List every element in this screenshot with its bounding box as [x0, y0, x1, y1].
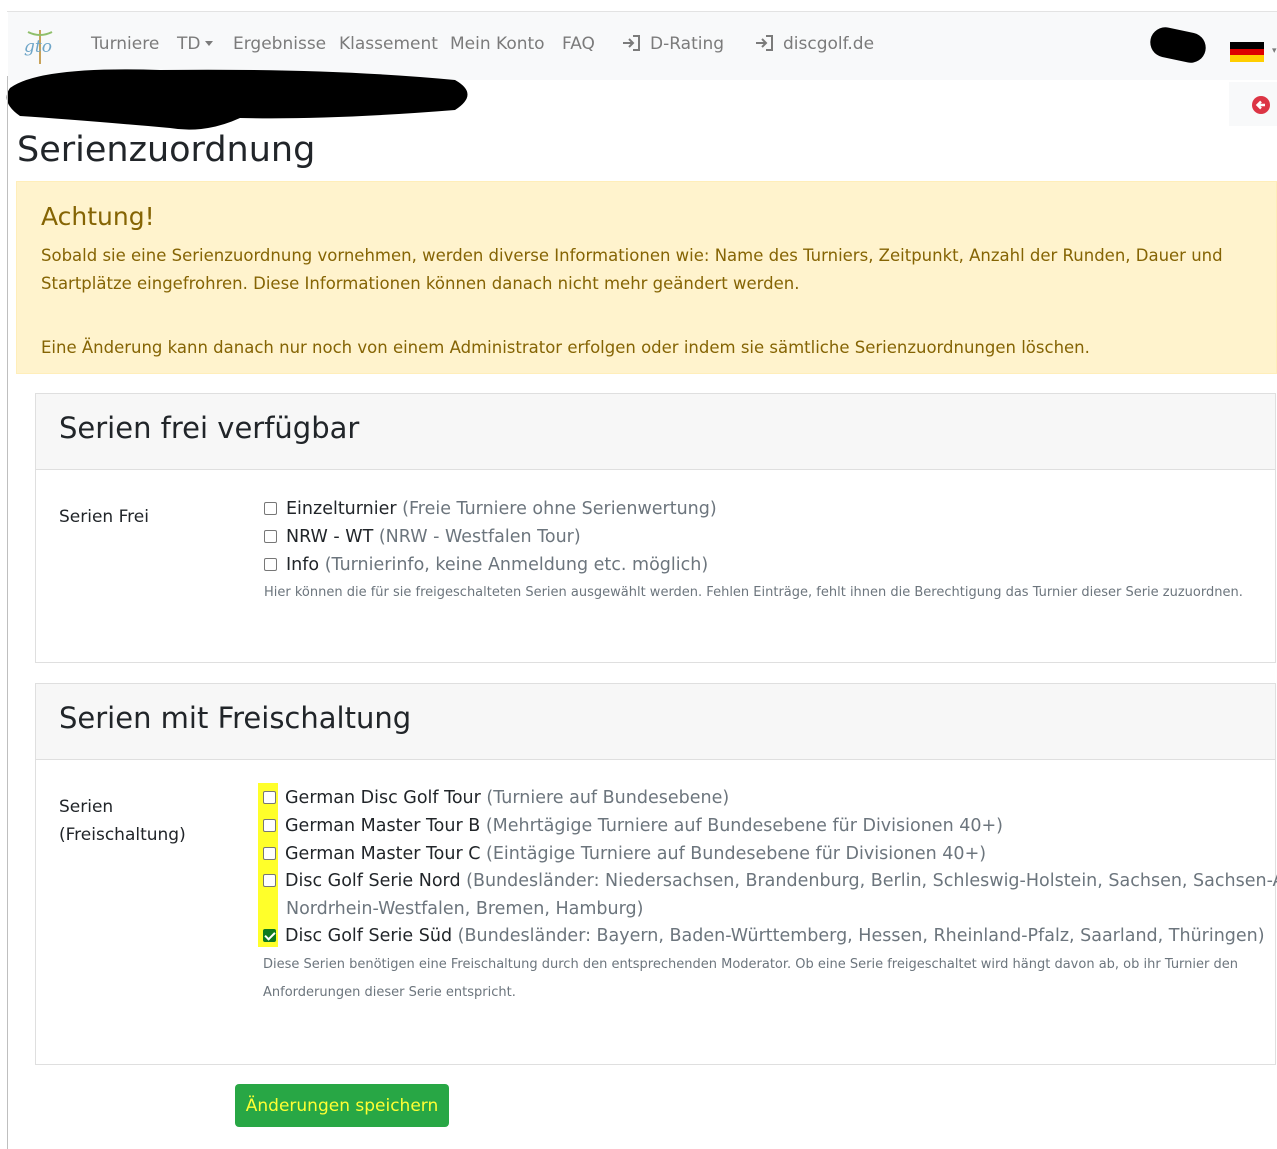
page-left-border [7, 76, 8, 1149]
card-title: Serien frei verfügbar [59, 411, 360, 445]
de-flag-icon[interactable] [1230, 42, 1264, 63]
caret-down-icon [205, 41, 214, 46]
field-label-line2: (Freischaltung) [59, 825, 186, 845]
option-desc: (Mehrtägige Turniere auf Bundesebene für… [485, 816, 1003, 836]
nav-td-label: TD [177, 34, 201, 54]
checkbox[interactable] [263, 819, 276, 832]
checkbox-checked[interactable] [263, 929, 276, 942]
caret-down-icon: ▾ [1272, 46, 1277, 56]
option-name: Disc Golf Serie Süd [285, 926, 453, 946]
nav-faq[interactable]: FAQ [562, 34, 595, 54]
page-title: Serienzuordnung [17, 130, 316, 170]
nav-discgolf-de[interactable]: discgolf.de [755, 34, 874, 54]
option-desc-continued: Nordrhein-Westfalen, Bremen, Hamburg) [286, 899, 644, 919]
free-series-card: Serien frei verfügbar Serien Frei Einzel… [35, 393, 1276, 663]
checkbox[interactable] [264, 502, 277, 515]
checkbox[interactable] [264, 530, 277, 543]
card-header: Serien mit Freischaltung [36, 684, 1275, 760]
series-option-dgs-sued[interactable]: Disc Golf Serie Süd (Bundesländer: Bayer… [263, 922, 1265, 950]
alert-text-secondary: Eine Änderung kann danach nur noch von e… [41, 338, 1090, 357]
sign-in-icon [756, 35, 773, 51]
nav-klassement[interactable]: Klassement [339, 34, 438, 54]
nav-d-rating-label: D-Rating [650, 34, 725, 54]
nav-discgolf-de-label: discgolf.de [783, 34, 875, 54]
option-name: Einzelturnier [286, 499, 397, 519]
option-name: German Disc Golf Tour [285, 788, 481, 808]
series-option-gmt-b[interactable]: German Master Tour B (Mehrtägige Turnier… [263, 812, 1003, 840]
nav-td-dropdown[interactable]: TD [177, 34, 214, 54]
redacted-breadcrumb [6, 69, 468, 130]
option-desc: (Bundesländer: Niedersachsen, Brandenbur… [466, 871, 1277, 891]
series-option-info[interactable]: Info (Turnierinfo, keine Anmeldung etc. … [264, 551, 708, 579]
save-changes-button[interactable]: Änderungen speichern [235, 1084, 449, 1127]
checkbox[interactable] [264, 558, 277, 571]
field-label: Serien (Freischaltung) [59, 793, 186, 849]
sign-in-icon [623, 35, 640, 51]
series-option-nrw-wt[interactable]: NRW - WT (NRW - Westfalen Tour) [264, 523, 581, 551]
option-desc: (Eintägige Turniere auf Bundesebene für … [486, 844, 987, 864]
option-desc: (Turnierinfo, keine Anmeldung etc. mögli… [324, 555, 709, 575]
option-name: German Master Tour B [285, 816, 481, 836]
alert-heading: Achtung! [41, 202, 155, 231]
help-text: Hier können die für sie freigeschalteten… [264, 585, 1243, 600]
field-label-line1: Serien [59, 797, 114, 817]
option-desc: (Freie Turniere ohne Serienwertung) [402, 499, 717, 519]
nav-ergebnisse[interactable]: Ergebnisse [233, 34, 326, 54]
series-option-einzelturnier[interactable]: Einzelturnier (Freie Turniere ohne Serie… [264, 495, 717, 523]
checkbox[interactable] [263, 791, 276, 804]
help-text-line1: Diese Serien benötigen eine Freischaltun… [263, 957, 1238, 972]
nav-d-rating[interactable]: D-Rating [622, 34, 724, 54]
option-desc: (Bundesländer: Bayern, Baden-Württemberg… [457, 926, 1265, 946]
option-desc: (Turniere auf Bundesebene) [486, 788, 730, 808]
nav-turniere[interactable]: Turniere [91, 34, 159, 54]
option-name: Disc Golf Serie Nord [285, 871, 461, 891]
option-name: Info [286, 555, 320, 575]
card-header: Serien frei verfügbar [36, 394, 1275, 470]
card-title: Serien mit Freischaltung [59, 701, 412, 735]
series-option-gdgt[interactable]: German Disc Golf Tour (Turniere auf Bund… [263, 784, 729, 812]
logout-icon [1252, 96, 1270, 114]
svg-text:gto: gto [24, 37, 52, 57]
option-name: German Master Tour C [285, 844, 481, 864]
series-option-dgs-nord[interactable]: Disc Golf Serie Nord (Bundesländer: Nied… [263, 867, 1277, 923]
option-desc: (NRW - Westfalen Tour) [378, 527, 581, 547]
checkbox[interactable] [263, 874, 276, 887]
checkbox[interactable] [263, 847, 276, 860]
alert-text: Sobald sie eine Serienzuordnung vornehme… [41, 246, 1223, 293]
warning-alert: Achtung! Sobald sie eine Serienzuordnung… [16, 181, 1277, 374]
nav-mein-konto[interactable]: Mein Konto [450, 34, 545, 54]
option-name: NRW - WT [286, 527, 374, 547]
help-text-line2: Anforderungen dieser Serie entspricht. [263, 985, 516, 1000]
field-label: Serien Frei [59, 507, 149, 527]
series-option-gmt-c[interactable]: German Master Tour C (Eintägige Turniere… [263, 840, 986, 868]
